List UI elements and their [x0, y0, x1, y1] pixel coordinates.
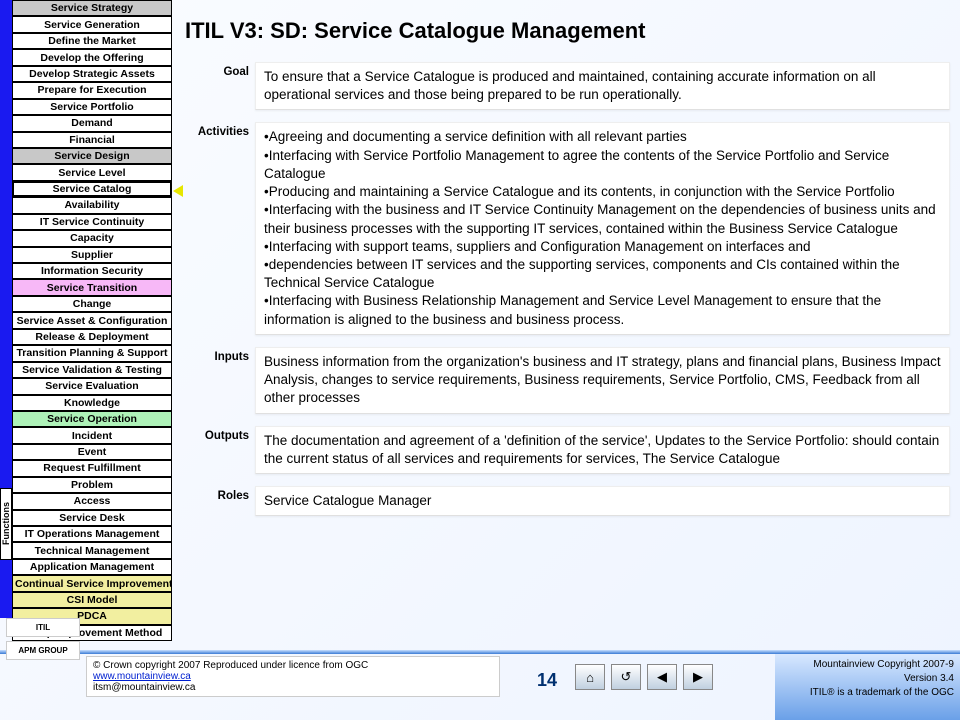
- nav-item-3[interactable]: Develop the Offering: [12, 49, 172, 65]
- section-goal: Goal To ensure that a Service Catalogue …: [185, 62, 950, 110]
- nav-item-0[interactable]: Service Strategy: [12, 0, 172, 16]
- nav-item-35[interactable]: Continual Service Improvement: [12, 575, 172, 591]
- section-roles: Roles Service Catalogue Manager: [185, 486, 950, 516]
- sidebar-nav: Service StrategyService GenerationDefine…: [12, 0, 172, 641]
- footer-credits: © Crown copyright 2007 Reproduced under …: [86, 656, 500, 697]
- footer: ITIL APM GROUP © Crown copyright 2007 Re…: [0, 618, 960, 720]
- nav-item-13[interactable]: IT Service Continuity: [12, 214, 172, 230]
- nav-item-25[interactable]: Service Operation: [12, 411, 172, 427]
- selected-arrow-icon: [173, 185, 183, 197]
- section-label-roles: Roles: [185, 486, 255, 516]
- nav-item-22[interactable]: Service Validation & Testing: [12, 362, 172, 378]
- nav-item-17[interactable]: Service Transition: [12, 279, 172, 295]
- nav-item-36[interactable]: CSI Model: [12, 592, 172, 608]
- itil-logo: ITIL: [6, 618, 80, 637]
- nav-item-34[interactable]: Application Management: [12, 559, 172, 575]
- page-title: ITIL V3: SD: Service Catalogue Managemen…: [185, 18, 950, 44]
- nav-item-30[interactable]: Access: [12, 493, 172, 509]
- section-label-inputs: Inputs: [185, 347, 255, 414]
- main-content: ITIL V3: SD: Service Catalogue Managemen…: [185, 18, 950, 528]
- nav-item-7[interactable]: Demand: [12, 115, 172, 131]
- footer-right-copy: Mountainview Copyright 2007-9: [810, 658, 954, 672]
- nav-item-9[interactable]: Service Design: [12, 148, 172, 164]
- nav-item-15[interactable]: Supplier: [12, 247, 172, 263]
- prev-button[interactable]: ◀: [647, 664, 677, 690]
- nav-item-21[interactable]: Transition Planning & Support: [12, 345, 172, 361]
- nav-item-20[interactable]: Release & Deployment: [12, 329, 172, 345]
- nav-item-6[interactable]: Service Portfolio: [12, 99, 172, 115]
- section-text-goal: To ensure that a Service Catalogue is pr…: [255, 62, 950, 110]
- nav-item-11[interactable]: Service Catalog: [12, 181, 172, 197]
- nav-item-14[interactable]: Capacity: [12, 230, 172, 246]
- section-outputs: Outputs The documentation and agreement …: [185, 426, 950, 474]
- nav-item-32[interactable]: IT Operations Management: [12, 526, 172, 542]
- functions-label: Functions: [0, 488, 12, 560]
- footer-right-trademark: ITIL® is a trademark of the OGC: [810, 686, 954, 700]
- nav-item-16[interactable]: Information Security: [12, 263, 172, 279]
- footer-right: Mountainview Copyright 2007-9 Version 3.…: [810, 658, 954, 700]
- page-number: 14: [537, 670, 557, 691]
- nav-item-5[interactable]: Prepare for Execution: [12, 82, 172, 98]
- home-button[interactable]: ⌂: [575, 664, 605, 690]
- nav-item-8[interactable]: Financial: [12, 132, 172, 148]
- section-inputs: Inputs Business information from the org…: [185, 347, 950, 414]
- nav-item-26[interactable]: Incident: [12, 427, 172, 443]
- section-label-outputs: Outputs: [185, 426, 255, 474]
- footer-nav-buttons: ⌂ ↺ ◀ ▶: [575, 664, 713, 690]
- nav-item-19[interactable]: Service Asset & Configuration: [12, 312, 172, 328]
- nav-item-31[interactable]: Service Desk: [12, 510, 172, 526]
- section-label-goal: Goal: [185, 62, 255, 110]
- nav-item-24[interactable]: Knowledge: [12, 395, 172, 411]
- crown-copyright: © Crown copyright 2007 Reproduced under …: [93, 660, 493, 671]
- section-text-outputs: The documentation and agreement of a 'de…: [255, 426, 950, 474]
- apm-logo: APM GROUP: [6, 641, 80, 660]
- nav-item-29[interactable]: Problem: [12, 477, 172, 493]
- footer-logos: ITIL APM GROUP: [6, 618, 80, 718]
- nav-item-33[interactable]: Technical Management: [12, 542, 172, 558]
- section-text-roles: Service Catalogue Manager: [255, 486, 950, 516]
- footer-right-version: Version 3.4: [810, 672, 954, 686]
- footer-url-link[interactable]: www.mountainview.ca: [93, 671, 191, 682]
- nav-item-10[interactable]: Service Level: [12, 164, 172, 180]
- nav-item-4[interactable]: Develop Strategic Assets: [12, 66, 172, 82]
- section-text-activities: •Agreeing and documenting a service defi…: [255, 122, 950, 334]
- nav-item-23[interactable]: Service Evaluation: [12, 378, 172, 394]
- nav-item-12[interactable]: Availability: [12, 197, 172, 213]
- next-button[interactable]: ▶: [683, 664, 713, 690]
- nav-item-18[interactable]: Change: [12, 296, 172, 312]
- section-label-activities: Activities: [185, 122, 255, 334]
- section-text-inputs: Business information from the organizati…: [255, 347, 950, 414]
- nav-item-1[interactable]: Service Generation: [12, 16, 172, 32]
- footer-email: itsm@mountainview.ca: [93, 682, 493, 693]
- section-activities: Activities •Agreeing and documenting a s…: [185, 122, 950, 334]
- nav-item-2[interactable]: Define the Market: [12, 33, 172, 49]
- nav-item-28[interactable]: Request Fulfillment: [12, 460, 172, 476]
- nav-item-27[interactable]: Event: [12, 444, 172, 460]
- reload-button[interactable]: ↺: [611, 664, 641, 690]
